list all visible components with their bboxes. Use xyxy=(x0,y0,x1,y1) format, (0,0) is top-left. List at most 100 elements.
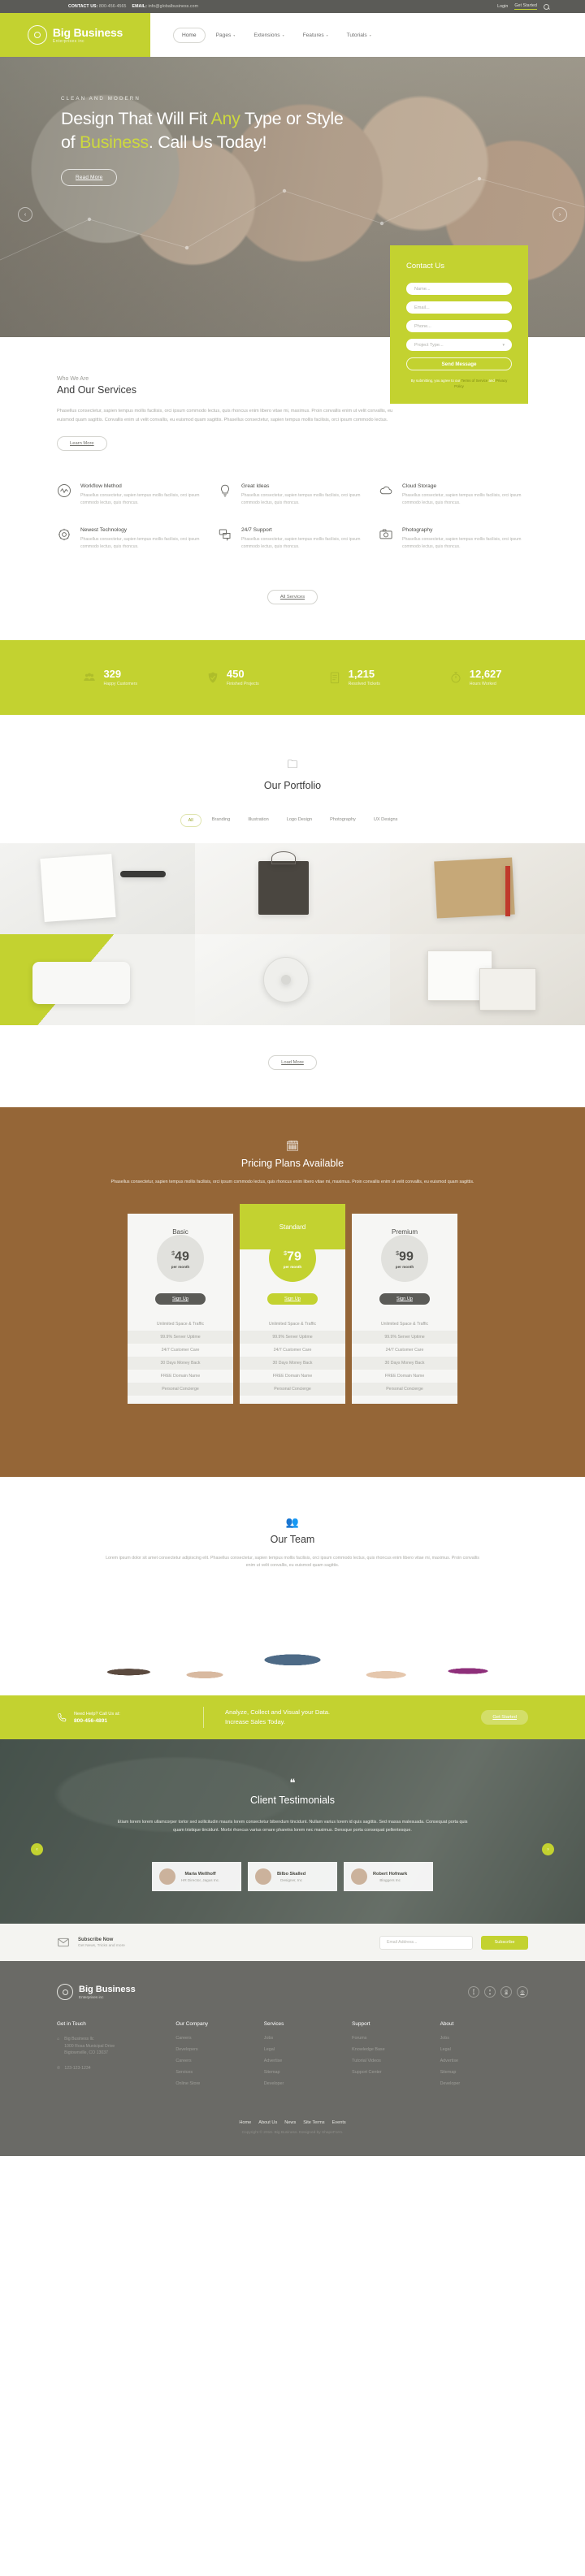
footer-logo[interactable]: Big Business Enterprises inc xyxy=(57,1984,136,2000)
service-item: Photography Phasellus consectetur, sapien… xyxy=(379,527,528,550)
footer-link[interactable]: Knowledge Base xyxy=(352,2047,440,2052)
nav-item-extensions[interactable]: Extensions ▾ xyxy=(245,28,292,42)
testimonial-card[interactable]: Robert Hofmark Bloggers Inc xyxy=(344,1862,433,1891)
nav-item-features[interactable]: Features ▾ xyxy=(295,28,336,42)
plan-feature: Unlimited Space & Traffic xyxy=(156,1322,205,1327)
brand-tagline: Enterprises inc xyxy=(52,38,84,44)
portfolio-item[interactable] xyxy=(195,934,390,1025)
nav-item-tutorials[interactable]: Tutorials ▾ xyxy=(339,28,379,42)
hero-next-arrow-icon[interactable]: › xyxy=(552,207,567,222)
plan-feature: FREE Domain Name xyxy=(272,1374,313,1379)
hero-prev-arrow-icon[interactable]: ‹ xyxy=(18,207,32,222)
filter-all[interactable]: All xyxy=(180,814,202,827)
plan-amount: 49 xyxy=(175,1249,189,1264)
contact-name-field[interactable]: Name... xyxy=(406,283,512,295)
footer-bottom-link-news[interactable]: News xyxy=(284,2120,296,2125)
footer-link[interactable]: Services xyxy=(176,2070,263,2075)
nav-item-pages[interactable]: Pages ▾ xyxy=(208,28,244,42)
footer-link[interactable]: Developer xyxy=(264,2081,352,2086)
hero-read-more-button[interactable]: Read More xyxy=(61,169,118,186)
footer-link[interactable]: Jobs xyxy=(264,2036,352,2041)
portfolio-item[interactable] xyxy=(390,843,585,934)
newsletter-email-input[interactable]: Email Address... xyxy=(379,1935,473,1950)
avatar xyxy=(351,1868,367,1885)
stat-number: 12,627 xyxy=(469,668,502,680)
contact-project-type-select[interactable]: Project Type... ▾ xyxy=(406,339,512,351)
footer-col-title: Services xyxy=(263,2021,284,2027)
logo-circle-icon xyxy=(27,25,47,45)
top-utility-bar: CONTACT US: 800-456-4565 EMAIL: info@glo… xyxy=(0,0,585,13)
chevron-down-icon: ▾ xyxy=(233,32,236,37)
plan-signup-button[interactable]: Sign Up xyxy=(379,1293,430,1305)
newsletter-subscribe-button[interactable]: Subscribe xyxy=(481,1935,528,1950)
nav-item-home[interactable]: Home xyxy=(173,27,206,43)
footer-link[interactable]: Online Store xyxy=(176,2081,263,2086)
testimonial-next-icon[interactable]: › xyxy=(542,1843,554,1855)
service-title: Workflow Method xyxy=(80,483,122,489)
footer-link[interactable]: Legal xyxy=(264,2047,352,2052)
footer-bottom-link-home[interactable]: Home xyxy=(239,2120,251,2125)
footer-link[interactable]: Sitemap xyxy=(264,2070,352,2075)
plan-feature: 30 Days Money Back xyxy=(240,1357,345,1370)
cta-get-started-button[interactable]: Get Started xyxy=(481,1710,528,1725)
filter-branding[interactable]: Branding xyxy=(205,814,237,827)
home-icon: ⌂ xyxy=(57,2037,60,2041)
learn-more-button[interactable]: Learn More xyxy=(57,436,107,451)
twitter-icon[interactable]: ᵛ xyxy=(484,1986,496,1998)
plan-feature: Personal Concierge xyxy=(352,1383,457,1396)
filter-ux-designs[interactable]: UX Designs xyxy=(366,814,405,827)
footer-link[interactable]: Advertise xyxy=(440,2059,528,2063)
footer-link[interactable]: Support Center xyxy=(352,2070,440,2075)
footer-link[interactable]: Careers xyxy=(176,2036,263,2041)
plan-feature: FREE Domain Name xyxy=(384,1374,425,1379)
plan-feature: 99.9% Server Uptime xyxy=(128,1331,233,1344)
contact-phone-field[interactable]: Phone... xyxy=(406,320,512,332)
testimonial-card[interactable]: Bilbo Skalled Designer, Inc xyxy=(248,1862,337,1891)
portfolio-item[interactable] xyxy=(390,934,585,1025)
service-desc: Phasellus consectetur, sapien tempus mol… xyxy=(402,493,522,505)
filter-illustration[interactable]: Illustration xyxy=(240,814,276,827)
filter-photography[interactable]: Photography xyxy=(323,814,363,827)
stat-item: 12,627 Hours Worked xyxy=(449,669,502,686)
google-plus-icon[interactable]: g xyxy=(500,1986,512,1998)
service-desc: Phasellus consectetur, sapien tempus mol… xyxy=(80,493,200,505)
plan-price: $99 per month xyxy=(381,1235,428,1282)
footer-link[interactable]: Advertise xyxy=(264,2059,352,2063)
portfolio-item[interactable] xyxy=(0,934,195,1025)
footer-bottom-link-events[interactable]: Events xyxy=(332,2120,346,2125)
search-icon[interactable] xyxy=(544,3,549,10)
footer-link[interactable]: Careers xyxy=(176,2059,263,2063)
terms-of-service-link[interactable]: Terms of Service xyxy=(462,379,488,383)
avatar xyxy=(255,1868,271,1885)
plan-signup-button[interactable]: Sign Up xyxy=(155,1293,206,1305)
footer-bottom-link-site-terms[interactable]: Site Terms xyxy=(303,2120,324,2125)
brand-name: Big Business xyxy=(52,25,124,39)
site-logo[interactable]: Big Business Enterprises inc xyxy=(0,13,150,57)
footer-link[interactable]: Developer xyxy=(440,2081,528,2086)
footer-link[interactable]: Sitemap xyxy=(440,2070,528,2075)
login-link[interactable]: Login xyxy=(497,4,508,9)
footer-link[interactable]: Tutorial Videos xyxy=(352,2059,440,2063)
filter-logo-design[interactable]: Logo Design xyxy=(280,814,319,827)
portfolio-item[interactable] xyxy=(195,843,390,934)
load-more-button[interactable]: Load More xyxy=(268,1055,317,1070)
testimonial-card[interactable]: Maria Wellhoff HR Director, Jagus Inc. xyxy=(152,1862,241,1891)
portfolio-grid xyxy=(0,843,585,1025)
footer-link[interactable]: Legal xyxy=(440,2047,528,2052)
plan-signup-button[interactable]: Sign Up xyxy=(267,1293,318,1305)
contact-email-field[interactable]: Email... xyxy=(406,301,512,314)
rss-icon[interactable]: ◎ xyxy=(517,1986,528,1998)
footer-bottom-link-about-us[interactable]: About Us xyxy=(258,2120,277,2125)
nav-label: Extensions xyxy=(254,32,280,38)
footer-link[interactable]: Jobs xyxy=(440,2036,528,2041)
footer-col-our-company: Our Company Careers Developers Careers S… xyxy=(176,2021,263,2093)
quote-icon: ❝ xyxy=(289,1777,296,1789)
footer-link[interactable]: Forums xyxy=(352,2036,440,2041)
footer-link[interactable]: Developers xyxy=(176,2047,263,2052)
facebook-icon[interactable]: f xyxy=(468,1986,479,1998)
send-message-button[interactable]: Send Message xyxy=(406,357,512,370)
get-started-link[interactable]: Get Started xyxy=(514,3,537,10)
portfolio-item[interactable] xyxy=(0,843,195,934)
testimonial-prev-icon[interactable]: ‹ xyxy=(31,1843,43,1855)
all-services-button[interactable]: All Services xyxy=(266,590,318,604)
